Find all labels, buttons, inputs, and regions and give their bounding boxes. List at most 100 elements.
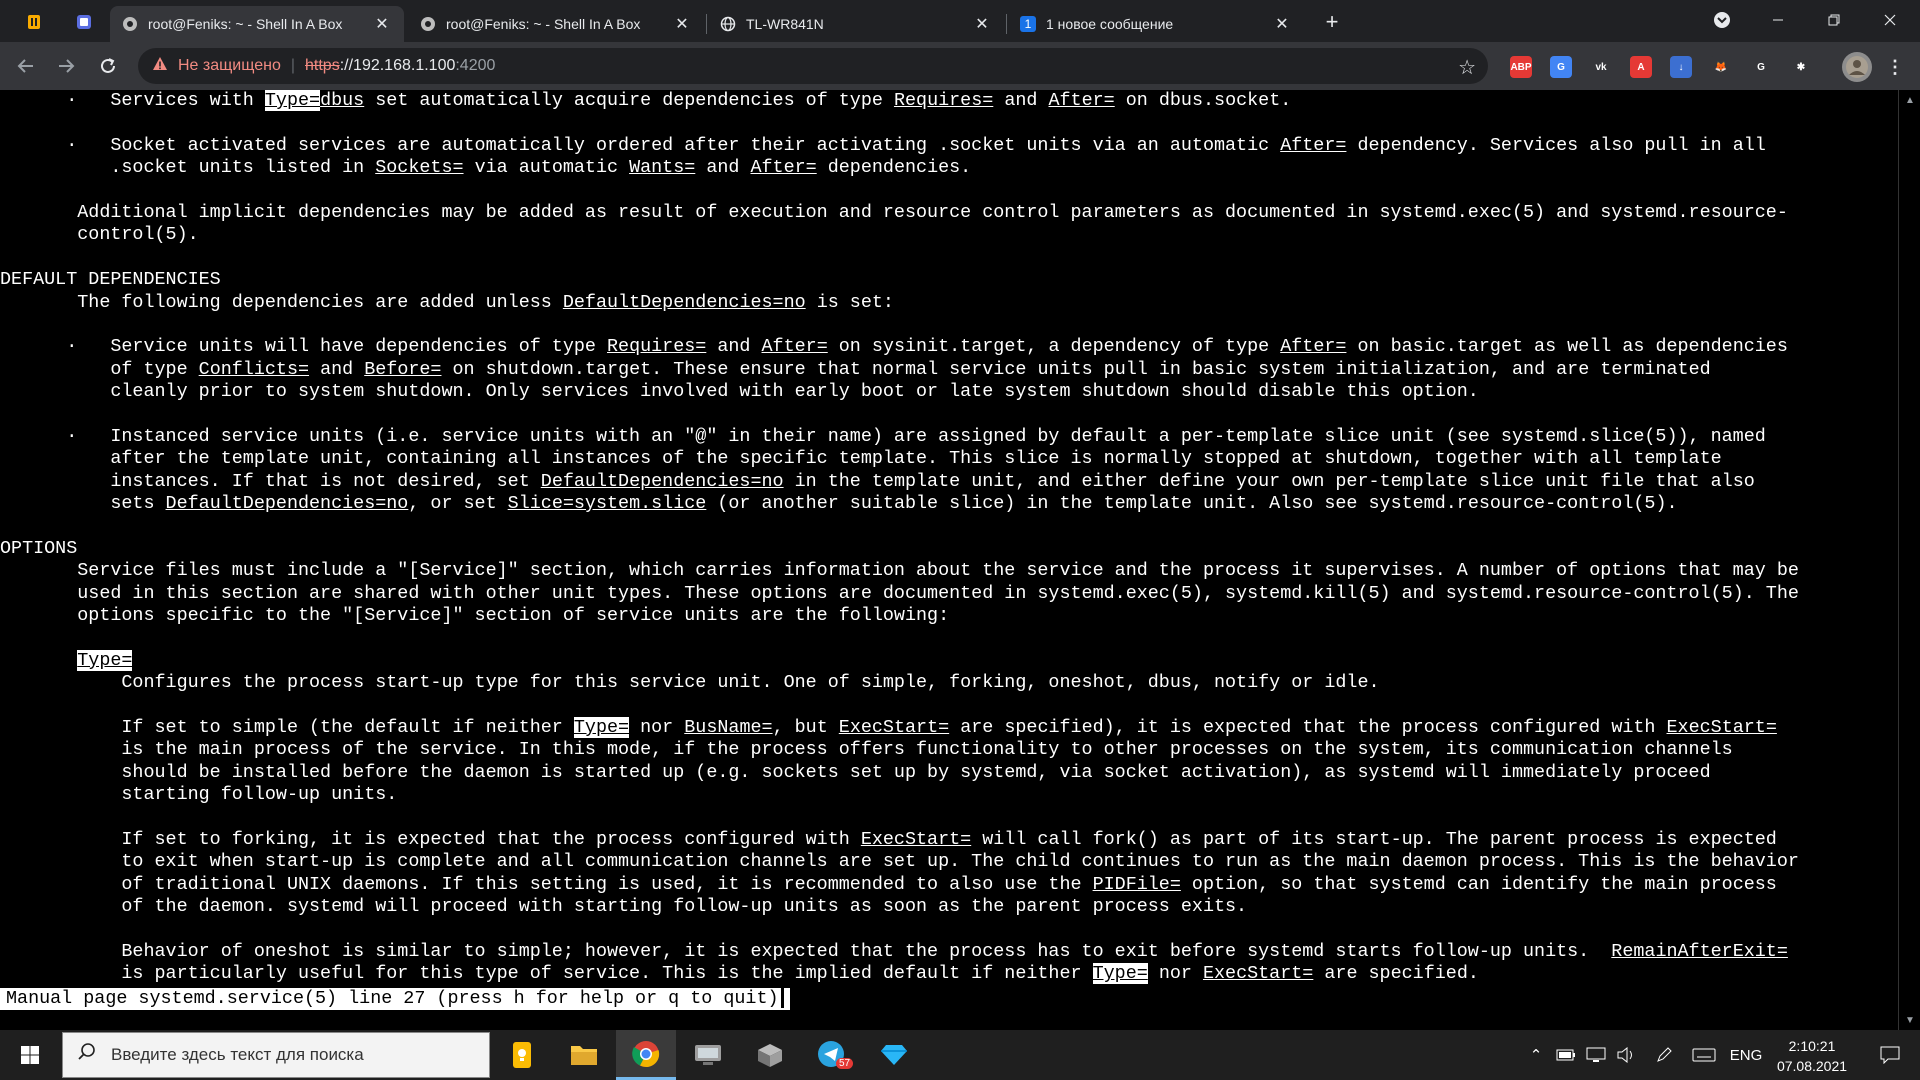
man-reference-link[interactable]: DefaultDependencies=no — [563, 292, 806, 313]
taskbar-app-telegram[interactable]: 57 — [802, 1030, 862, 1080]
download-icon[interactable]: ↓ — [1670, 56, 1692, 78]
new-tab-button[interactable]: + — [1318, 8, 1346, 36]
man-reference-link[interactable]: PIDFile= — [1093, 874, 1181, 895]
man-reference-link[interactable]: After= — [762, 336, 828, 357]
input-language[interactable]: ENG — [1724, 1030, 1768, 1080]
search-placeholder: Введите здесь текст для поиска — [111, 1045, 364, 1064]
volume-icon[interactable] — [1612, 1030, 1640, 1080]
tab-close-icon[interactable]: ✕ — [672, 14, 692, 34]
profile-avatar[interactable] — [1842, 52, 1872, 82]
man-reference-link[interactable]: Slice=system.slice — [508, 493, 707, 514]
shell-terminal[interactable]: · Services with Type=dbus set automatica… — [0, 90, 1898, 1030]
man-reference-link[interactable]: Requires= — [894, 90, 993, 111]
taskbar-clock[interactable]: 2:10:21 07.08.2021 — [1764, 1036, 1860, 1076]
google-icon[interactable]: G — [1750, 56, 1772, 78]
close-window-button[interactable] — [1862, 0, 1918, 40]
man-reference-link[interactable]: Wants= — [629, 157, 695, 178]
man-page-content: · Services with Type=dbus set automatica… — [0, 90, 1799, 986]
tab-close-icon[interactable]: ✕ — [972, 14, 992, 34]
fox-icon[interactable]: 🦊 — [1710, 56, 1732, 78]
terminal-text: to exit when start-up is complete and al… — [0, 851, 1799, 873]
man-reference-link[interactable]: ExecStart= — [861, 829, 971, 850]
scroll-up-icon[interactable]: ▲ — [1899, 90, 1920, 110]
keyboard-icon[interactable] — [1688, 1030, 1720, 1080]
taskbar-app-remote[interactable] — [678, 1030, 738, 1080]
taskbar-app-explorer[interactable] — [554, 1030, 614, 1080]
network-icon[interactable] — [1582, 1030, 1610, 1080]
puzzle-icon[interactable]: ✱ — [1790, 56, 1812, 78]
man-reference-link[interactable]: Before= — [364, 359, 441, 380]
start-button[interactable] — [0, 1030, 60, 1080]
battery-icon[interactable] — [1552, 1030, 1580, 1080]
terminal-line: starting follow-up units. — [0, 784, 1799, 806]
man-reference-link[interactable]: ExecStart= — [1667, 717, 1777, 738]
taskbar-app-gem[interactable] — [864, 1030, 924, 1080]
man-reference-link[interactable]: BusName= — [684, 717, 772, 738]
browser-menu-icon[interactable]: ⋮ — [1884, 56, 1906, 78]
adblock-icon[interactable]: ABP — [1510, 56, 1532, 78]
terminal-line: after the template unit, containing all … — [0, 448, 1799, 470]
terminal-text: is the main process of the service. In t… — [0, 739, 1733, 761]
taskbar-app-chrome[interactable] — [616, 1030, 676, 1080]
man-reference-link[interactable]: After= — [750, 157, 816, 178]
pinned-tab-2[interactable] — [64, 6, 104, 38]
forward-button[interactable] — [50, 50, 82, 82]
man-reference-link[interactable]: Conflicts= — [199, 359, 309, 380]
taskbar-search-box[interactable]: Введите здесь текст для поиска — [62, 1032, 490, 1078]
man-reference-link[interactable]: DefaultDependencies=no — [166, 493, 409, 514]
taskbar-app-keep[interactable] — [492, 1030, 552, 1080]
reload-button[interactable] — [92, 50, 124, 82]
tab-shell-2[interactable]: root@Feniks: ~ - Shell In A Box ✕ — [408, 6, 704, 42]
terminal-text: options specific to the "[Service]" sect… — [0, 604, 950, 626]
terminal-scrollbar[interactable]: ▲ ▼ — [1898, 90, 1920, 1030]
tab-search-button[interactable] — [1694, 0, 1750, 40]
action-center-icon[interactable] — [1870, 1030, 1910, 1080]
message-badge-icon: 1 — [1020, 16, 1036, 32]
man-reference-link[interactable]: ExecStart= — [1203, 963, 1313, 984]
security-status[interactable]: Не защищено — [178, 57, 281, 75]
man-reference-link[interactable]: After= — [1280, 336, 1346, 357]
terminal-text: are specified. — [1313, 963, 1479, 985]
vk-icon[interactable]: vk — [1590, 56, 1612, 78]
terminal-text: are specified), it is expected that the … — [949, 716, 1667, 738]
terminal-text: nor — [1147, 963, 1203, 985]
man-reference-link[interactable]: RemainAfterExit= — [1611, 941, 1788, 962]
man-reference-link[interactable]: After= — [1048, 90, 1114, 111]
man-reference-link[interactable]: ExecStart= — [839, 717, 949, 738]
restore-button[interactable] — [1806, 0, 1862, 40]
terminal-text: dependencies. — [816, 157, 972, 179]
search-match-highlight: Type= — [77, 649, 133, 671]
man-reference-link[interactable]: After= — [1280, 135, 1346, 156]
scroll-down-icon[interactable]: ▼ — [1899, 1010, 1920, 1030]
tab-shell-1[interactable]: root@Feniks: ~ - Shell In A Box ✕ — [110, 6, 404, 42]
pinned-tab-1[interactable] — [14, 6, 54, 38]
tab-messages[interactable]: 1 1 новое сообщение ✕ — [1008, 6, 1304, 42]
back-button[interactable] — [10, 50, 42, 82]
tray-overflow-icon[interactable]: ⌃ — [1522, 1030, 1550, 1080]
terminal-text: If set to simple (the default if neither — [0, 716, 574, 738]
bookmark-star-icon[interactable]: ☆ — [1458, 55, 1476, 80]
man-reference-link[interactable]: dbus — [320, 90, 364, 111]
tab-router[interactable]: TL-WR841N ✕ — [708, 6, 1004, 42]
a-icon[interactable]: A — [1630, 56, 1652, 78]
tab-close-icon[interactable]: ✕ — [372, 14, 392, 34]
shellinabox-icon — [122, 16, 138, 32]
man-reference-link[interactable]: Requires= — [607, 336, 706, 357]
address-bar[interactable]: Не защищено | https://192.168.1.100:4200… — [138, 48, 1488, 84]
taskbar-app-packages[interactable] — [740, 1030, 800, 1080]
man-reference-link[interactable]: DefaultDependencies=no — [541, 471, 784, 492]
terminal-text: starting follow-up units. — [0, 784, 398, 806]
tab-close-icon[interactable]: ✕ — [1272, 14, 1292, 34]
terminal-line: Behavior of oneshot is similar to simple… — [0, 941, 1799, 963]
terminal-text: after the template unit, containing all … — [0, 448, 1722, 470]
terminal-line: cleanly prior to system shutdown. Only s… — [0, 381, 1799, 403]
pen-icon[interactable] — [1650, 1030, 1678, 1080]
minimize-button[interactable] — [1750, 0, 1806, 40]
man-reference-link[interactable]: Sockets= — [375, 157, 463, 178]
windows-taskbar: Введите здесь текст для поиска 57 ⌃ ENG … — [0, 1030, 1920, 1080]
translate-icon[interactable]: G — [1550, 56, 1572, 78]
search-icon — [77, 1042, 97, 1068]
